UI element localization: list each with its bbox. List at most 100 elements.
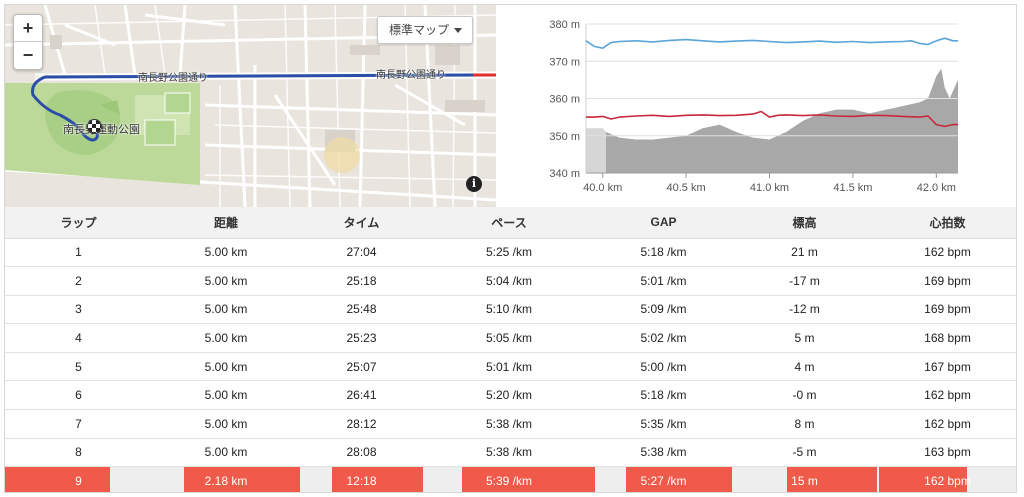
table-cell: 28:12 (300, 409, 423, 439)
column-header[interactable]: 標高 (732, 207, 877, 239)
table-cell: 5:39 /km (423, 466, 595, 492)
cell-value: 5:27 /km (640, 474, 687, 489)
y-tick-label: 340 m (549, 168, 580, 180)
zoom-out-button[interactable]: − (14, 42, 42, 69)
table-cell: 162 bpm (877, 380, 1016, 411)
table-cell: 15 m (732, 466, 877, 492)
cell-value: 15 m (791, 474, 818, 489)
table-cell: 5:38 /km (423, 438, 595, 468)
table-cell: 5.00 km (152, 238, 300, 268)
cell-value: 9 (75, 474, 82, 489)
column-header[interactable]: GAP (595, 207, 732, 239)
table-cell: 25:07 (300, 352, 423, 382)
table-cell: 7 (5, 409, 152, 439)
table-row[interactable]: 6 5.00 km 26:41 5:20 /km 5:18 /km -0 m 162 bpm (5, 380, 1016, 411)
x-tick-label: 40.0 km (583, 182, 622, 194)
table-cell: 5:00 /km (595, 352, 732, 382)
table-cell: 5:05 /km (423, 323, 595, 353)
table-cell: 5:20 /km (423, 380, 595, 411)
table-cell: 5:38 /km (595, 438, 732, 468)
caret-down-icon (454, 28, 462, 33)
table-cell: 6 (5, 380, 152, 411)
table-cell: 3 (5, 295, 152, 325)
table-cell: 25:48 (300, 295, 423, 325)
table-header-row: ラップ 距離 タイム ペース GAP 標高 心拍数 (5, 207, 1016, 239)
table-cell: 9 (5, 466, 152, 492)
table-cell: 8 (5, 438, 152, 468)
table-cell: 5.00 km (152, 438, 300, 468)
route-map[interactable]: 南長野公園通り 南長野公園通り 南長野運動公園 + − 標準マップ i (5, 5, 496, 207)
table-row[interactable]: 1 5.00 km 27:04 5:25 /km 5:18 /km 21 m 162 bpm (5, 238, 1016, 268)
table-cell: 169 bpm (877, 295, 1016, 325)
cell-value: 5:39 /km (485, 474, 533, 489)
table-cell: 5.00 km (152, 295, 300, 325)
x-tick-label: 41.5 km (833, 182, 872, 194)
road-label: 南長野公園通り (138, 73, 208, 84)
elevation-area-past (586, 128, 607, 173)
column-header[interactable]: ラップ (5, 207, 152, 239)
column-header[interactable]: 距離 (152, 207, 300, 239)
table-cell: 5:18 /km (595, 238, 732, 268)
table-row[interactable]: 5 5.00 km 25:07 5:01 /km 5:00 /km 4 m 167 bpm (5, 352, 1016, 382)
table-cell: -5 m (732, 438, 877, 468)
zoom-in-button[interactable]: + (14, 15, 42, 42)
cell-value: 2.18 km (204, 474, 248, 489)
laps-table: ラップ 距離 タイム ペース GAP 標高 心拍数 1 5.00 km 27:04 5:25 /k… (5, 207, 1016, 492)
table-cell: 162 bpm (877, 409, 1016, 439)
y-tick-label: 360 m (549, 94, 580, 106)
table-cell: 5.00 km (152, 352, 300, 382)
table-cell: 5:01 /km (595, 266, 732, 296)
table-cell: 5:18 /km (595, 380, 732, 411)
table-cell: 5:38 /km (423, 409, 595, 439)
table-row[interactable]: 4 5.00 km 25:23 5:05 /km 5:02 /km 5 m 168 bpm (5, 323, 1016, 353)
table-cell: 21 m (732, 238, 877, 268)
column-header[interactable]: 心拍数 (877, 207, 1016, 239)
x-tick-label: 40.5 km (667, 182, 706, 194)
table-row[interactable]: 2 5.00 km 25:18 5:04 /km 5:01 /km -17 m 169 bp… (5, 266, 1016, 296)
table-cell: 4 (5, 323, 152, 353)
table-cell: 5 (5, 352, 152, 382)
x-tick-label: 42.0 km (917, 182, 956, 194)
table-cell: 5.00 km (152, 266, 300, 296)
road-label: 南長野公園通り (376, 70, 446, 81)
table-cell: 26:41 (300, 380, 423, 411)
table-cell: -0 m (732, 380, 877, 411)
table-row[interactable]: 9 2.18 km 12:18 5:39 /km 5:27 /km 15 m 162 bpm (5, 466, 1016, 492)
table-cell: 5:09 /km (595, 295, 732, 325)
table-cell: 1 (5, 238, 152, 268)
table-cell: 5 m (732, 323, 877, 353)
table-cell: -17 m (732, 266, 877, 296)
table-cell: 5:35 /km (595, 409, 732, 439)
x-tick-label: 41.0 km (750, 182, 789, 194)
table-cell: 5:25 /km (423, 238, 595, 268)
lap-highlight-bar (5, 467, 110, 492)
pace-line (585, 37, 958, 49)
table-row[interactable]: 7 5.00 km 28:12 5:38 /km 5:35 /km 8 m 162 bpm (5, 409, 1016, 439)
elevation-chart[interactable]: 340 m 350 m 360 m 370 m 380 m 40.0 km 40.5 km 4… (525, 5, 965, 207)
map-type-dropdown[interactable]: 標準マップ (377, 16, 473, 44)
table-cell: 162 bpm (877, 238, 1016, 268)
activity-panel: 南長野公園通り 南長野公園通り 南長野運動公園 + − 標準マップ i 340 … (4, 4, 1017, 493)
zoom-control: + − (13, 14, 43, 70)
table-cell: 28:08 (300, 438, 423, 468)
column-header[interactable]: ペース (423, 207, 595, 239)
info-icon[interactable]: i (466, 176, 482, 192)
table-cell: 25:18 (300, 266, 423, 296)
table-row[interactable]: 8 5.00 km 28:08 5:38 /km 5:38 /km -5 m 163 bpm (5, 438, 1016, 468)
table-cell: 12:18 (300, 466, 423, 492)
table-cell: 5.00 km (152, 323, 300, 353)
table-cell: 5:04 /km (423, 266, 595, 296)
table-cell: 5:02 /km (595, 323, 732, 353)
finish-flag-icon[interactable] (87, 119, 102, 134)
table-cell: 163 bpm (877, 438, 1016, 468)
cell-value: 12:18 (346, 474, 377, 489)
table-cell: 25:23 (300, 323, 423, 353)
table-row[interactable]: 3 5.00 km 25:48 5:10 /km 5:09 /km -12 m 169 bp… (5, 295, 1016, 325)
table-cell: 5:27 /km (595, 466, 732, 492)
table-cell: 27:04 (300, 238, 423, 268)
column-header[interactable]: タイム (300, 207, 423, 239)
table-cell: 4 m (732, 352, 877, 382)
cell-value: 162 bpm (924, 474, 971, 489)
table-cell: 8 m (732, 409, 877, 439)
table-cell: 2 (5, 266, 152, 296)
